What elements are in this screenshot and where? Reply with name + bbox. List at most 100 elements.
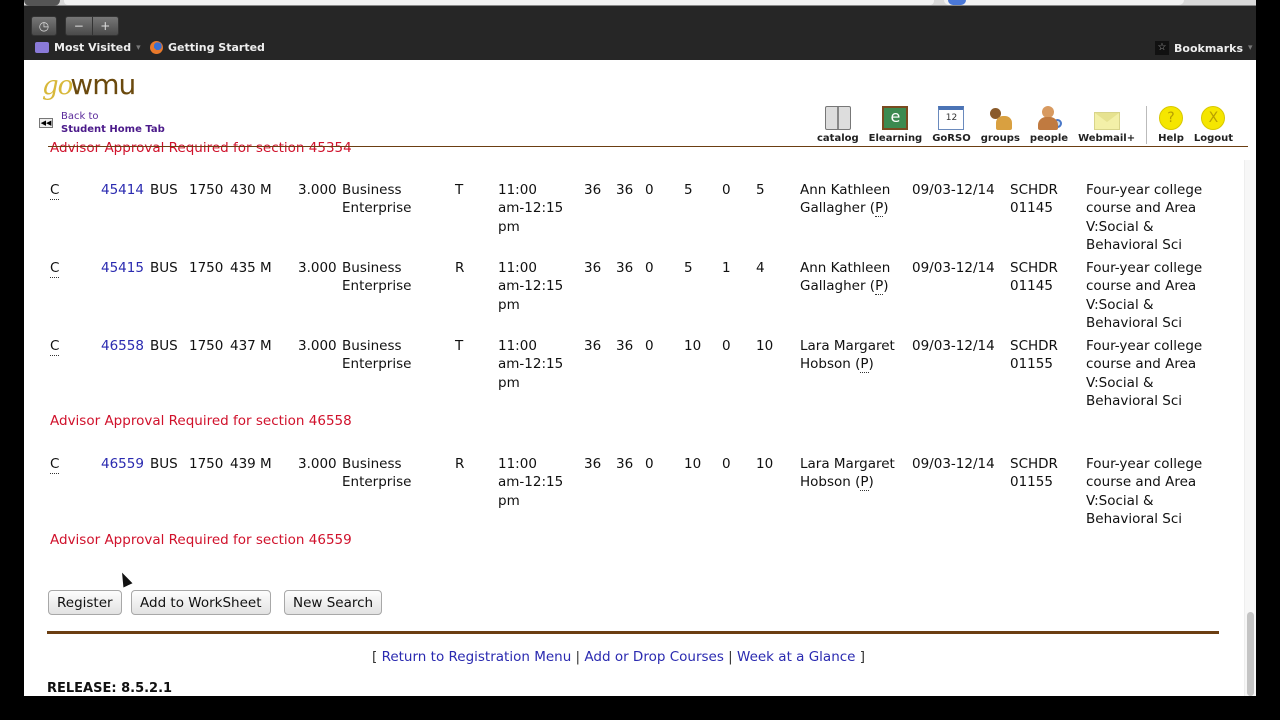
zoom-out-button[interactable]: − [66,17,93,35]
capacity: 36 [584,182,602,198]
attribute: Four-year college course and Area V:Soci… [1086,456,1203,527]
search-engine-icon [948,0,966,5]
capacity: 36 [584,260,602,276]
url-input[interactable] [64,0,934,5]
location: SCHDR 01145 [1010,182,1058,217]
firefox-icon [150,41,163,54]
back-to-student-home-link[interactable]: ◀◀ Back to Student Home Tab [39,110,165,136]
course-title: Business Enterprise [342,338,412,373]
week-at-a-glance-link[interactable]: Week at a Glance [737,649,855,665]
date-range: 09/03-12/14 [912,182,995,198]
course-number: 1750 [189,338,224,354]
nav-divider [1146,106,1148,144]
back-forward-button[interactable] [24,0,60,6]
return-to-registration-menu-link[interactable]: Return to Registration Menu [382,649,572,665]
remaining: 0 [645,182,654,198]
attribute: Four-year college course and Area V:Soci… [1086,182,1203,253]
chevron-down-icon: ▾ [1248,43,1253,53]
crn-link[interactable]: 45415 [101,259,144,277]
url-bar-strip [24,0,1256,6]
date-range: 09/03-12/14 [912,338,995,354]
campus: M [260,338,272,354]
credits: 3.000 [298,260,337,276]
course-title: Business Enterprise [342,182,412,217]
search-input[interactable] [944,0,1184,5]
bookmarks-menu[interactable]: ☆ Bookmarks ▾ [1155,41,1253,55]
portal-nav-icons: catalog e Elearning 12 GoRSO groups people… [812,104,1238,144]
time: 11:00 am-12:15 pm [498,182,564,235]
new-search-button[interactable]: New Search [284,590,383,615]
history-button[interactable]: ◷ [31,16,57,36]
waitlist-remaining: 4 [756,260,765,276]
waitlist-remaining: 10 [756,338,774,354]
groups-icon [987,106,1013,130]
days: T [455,338,464,354]
calendar-icon: 12 [938,106,965,130]
zoom-controls: − + [65,16,119,36]
section-number: 435 [230,260,256,276]
section-number: 430 [230,182,256,198]
credits: 3.000 [298,182,337,198]
time: 11:00 am-12:15 pm [498,456,564,509]
actual: 36 [616,456,634,472]
status-code: C [50,337,60,357]
campus: M [260,456,272,472]
section-number: 437 [230,338,256,354]
zoom-in-button[interactable]: + [93,17,119,35]
instructor: Ann Kathleen Gallagher (P) [800,260,891,296]
advisor-approval-warning: Advisor Approval Required for section 46… [50,413,352,429]
nav-people[interactable]: people [1030,106,1068,144]
help-icon: ? [1159,106,1183,130]
register-button[interactable]: Register [48,590,122,615]
vertical-scrollbar[interactable] [1244,160,1256,696]
bookmark-getting-started[interactable]: Getting Started [150,41,265,54]
folder-icon [35,42,49,53]
nav-groups[interactable]: groups [981,106,1020,144]
star-icon: ☆ [1155,41,1169,55]
nav-help[interactable]: ? Help [1158,106,1184,144]
nav-logout[interactable]: X Logout [1194,106,1233,144]
waitlist-actual: 0 [722,182,731,198]
header-divider [48,146,1248,147]
crn-link[interactable]: 46558 [101,337,144,355]
crn-link[interactable]: 45414 [101,181,144,199]
attribute: Four-year college course and Area V:Soci… [1086,338,1203,409]
subject: BUS [150,338,178,354]
nav-elearning[interactable]: e Elearning [869,106,922,144]
add-or-drop-courses-link[interactable]: Add or Drop Courses [584,649,723,665]
gowmu-logo[interactable]: gowmu [42,68,136,101]
waitlist-capacity: 5 [684,182,693,198]
nav-gorso[interactable]: 12 GoRSO [932,106,971,144]
waitlist-capacity: 10 [684,456,702,472]
capacity: 36 [584,456,602,472]
date-range: 09/03-12/14 [912,456,995,472]
subject: BUS [150,456,178,472]
date-range: 09/03-12/14 [912,260,995,276]
chevron-down-icon: ▾ [136,42,141,53]
nav-webmail[interactable]: Webmail+ [1078,106,1135,144]
time: 11:00 am-12:15 pm [498,338,564,391]
scrollbar-thumb[interactable] [1247,612,1254,696]
days: R [455,260,465,276]
clock-icon: ◷ [38,19,50,33]
add-to-worksheet-button[interactable]: Add to WorkSheet [131,590,271,615]
subject: BUS [150,260,178,276]
actual: 36 [616,260,634,276]
attribute: Four-year college course and Area V:Soci… [1086,260,1203,331]
crn-link[interactable]: 46559 [101,455,144,473]
instructor: Lara Margaret Hobson (P) [800,338,895,374]
nav-catalog[interactable]: catalog [817,106,859,144]
instructor: Ann Kathleen Gallagher (P) [800,182,891,218]
bookmark-most-visited[interactable]: Most Visited ▾ [35,41,141,54]
waitlist-actual: 1 [722,260,731,276]
status-code: C [50,181,60,201]
instructor: Lara Margaret Hobson (P) [800,456,895,492]
actual: 36 [616,182,634,198]
waitlist-remaining: 10 [756,456,774,472]
footer-divider [47,631,1219,634]
rewind-icon: ◀◀ [39,118,53,128]
campus: M [260,260,272,276]
remaining: 0 [645,260,654,276]
capacity: 36 [584,338,602,354]
remaining: 0 [645,456,654,472]
